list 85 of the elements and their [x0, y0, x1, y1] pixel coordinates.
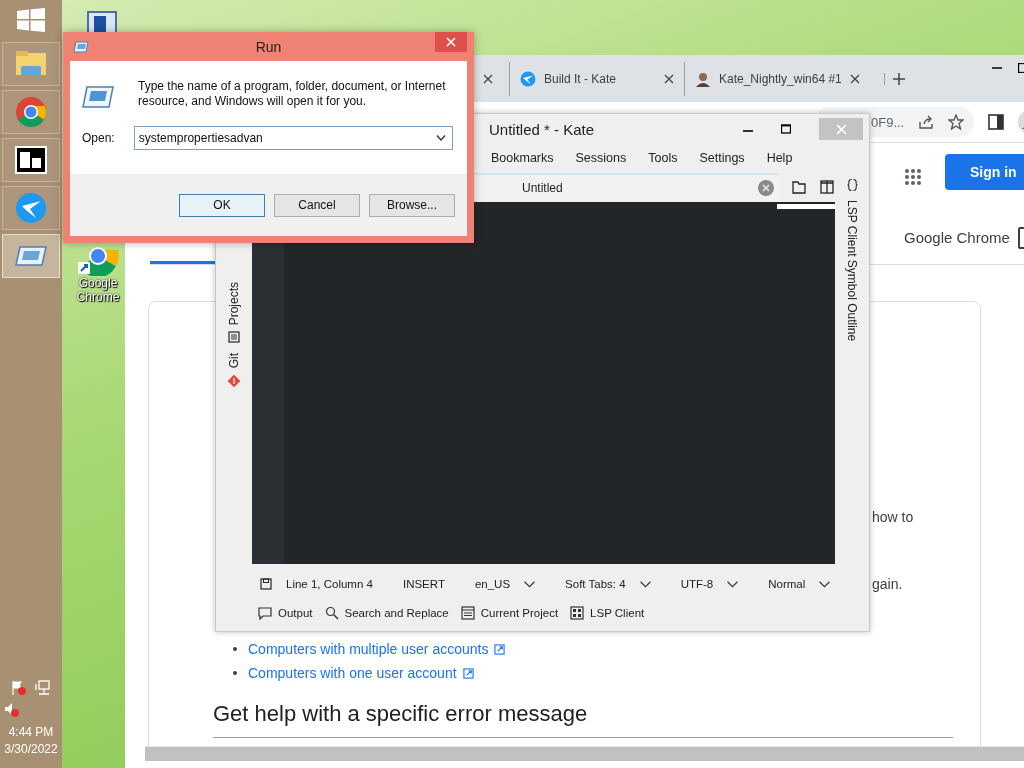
- share-icon[interactable]: [918, 114, 935, 130]
- window-title: Untitled * - Kate: [489, 120, 596, 138]
- apps-grid-icon[interactable]: [904, 168, 922, 186]
- archive-icon: [15, 146, 47, 174]
- chrome-icon: [15, 96, 47, 128]
- flag-error-icon[interactable]: [11, 680, 27, 696]
- help-link[interactable]: Computers with one user account: [248, 661, 457, 685]
- bullet-dot: [233, 671, 237, 675]
- menu-item[interactable]: Bookmarks: [491, 151, 554, 165]
- close-icon[interactable]: [758, 180, 774, 196]
- window-title: Run: [255, 38, 282, 55]
- tool-view-button[interactable]: LSP Client: [570, 606, 645, 620]
- side-panel-tab[interactable]: LSP Client Symbol Outline: [845, 200, 859, 342]
- sign-in-button[interactable]: Sign in: [945, 154, 1024, 190]
- menu-item[interactable]: Sessions: [575, 151, 627, 165]
- field-label: Open:: [82, 131, 115, 145]
- paragraph-text: how to: [872, 509, 914, 525]
- side-panel-icon[interactable]: [988, 114, 1005, 130]
- horizontal-scrollbar[interactable]: [145, 746, 1024, 761]
- tool-view-button[interactable]: Output: [258, 606, 313, 620]
- run-icon: [82, 85, 114, 109]
- taskbar-button[interactable]: [2, 138, 60, 182]
- bullet-dot: [233, 647, 237, 651]
- braces-icon[interactable]: [846, 178, 858, 192]
- save-icon[interactable]: [260, 578, 272, 590]
- bird-icon: [15, 192, 47, 224]
- status-dropdown[interactable]: Normal: [768, 578, 831, 590]
- chevron-down-icon: [639, 580, 651, 588]
- dialog-button[interactable]: Browse...: [369, 193, 455, 217]
- status-dropdown[interactable]: Soft Tabs: 4: [565, 578, 651, 590]
- chevron-down-icon: [524, 580, 536, 588]
- search-icon: [324, 606, 339, 620]
- status-text: INSERT: [402, 578, 445, 590]
- section-heading: Get help with a specific error message: [213, 701, 588, 727]
- tool-view-button[interactable]: Current Project: [460, 606, 559, 620]
- close-icon: [835, 123, 847, 135]
- status-dropdown[interactable]: en_US: [474, 578, 536, 590]
- speaker-muted-icon[interactable]: [4, 702, 21, 718]
- run-icon: [15, 244, 47, 268]
- close-icon: [446, 37, 456, 47]
- browser-tab[interactable]: Build It - Kate: [509, 61, 684, 96]
- status-dropdown[interactable]: UTF-8: [680, 578, 739, 590]
- chevron-down-icon: [819, 580, 831, 588]
- external-link-icon: [462, 667, 474, 679]
- external-link-icon: [494, 643, 506, 655]
- menu-item[interactable]: Settings: [699, 151, 745, 165]
- bird-favicon-icon: [520, 70, 536, 87]
- network-icon[interactable]: [35, 680, 51, 696]
- new-tab-icon[interactable]: [883, 72, 905, 85]
- close-tab-icon[interactable]: [849, 73, 860, 84]
- folder-icon: [15, 50, 47, 78]
- close-tab-icon[interactable]: [664, 73, 674, 84]
- paragraph-text: gain.: [872, 576, 903, 592]
- run-icon: [73, 40, 89, 53]
- list-icon: [228, 331, 240, 344]
- close-tab-icon[interactable]: [483, 73, 493, 84]
- dialog-button[interactable]: OK: [179, 193, 265, 217]
- menu-item[interactable]: Help: [766, 151, 793, 165]
- git-icon: [228, 374, 240, 387]
- product-title: Google Chrome: [904, 229, 1010, 246]
- status-text: Line 1, Column 4: [286, 578, 373, 590]
- scroll-minimap: [777, 204, 835, 209]
- list-icon: [460, 606, 475, 620]
- avatar-favicon-icon: [695, 70, 711, 87]
- side-panel-tab[interactable]: Projects: [227, 282, 241, 344]
- grid-icon: [570, 606, 585, 620]
- side-panel-tab[interactable]: Git: [227, 353, 241, 387]
- windows-logo-icon[interactable]: [17, 8, 45, 32]
- tool-view-button[interactable]: Search and Replace: [324, 606, 449, 620]
- split-view-icon[interactable]: [820, 180, 834, 194]
- help-link[interactable]: Computers with multiple user accounts: [248, 637, 489, 661]
- dialog-button[interactable]: Cancel: [274, 193, 360, 217]
- chevron-down-icon: [727, 580, 739, 588]
- maximize-icon[interactable]: [781, 124, 791, 134]
- browser-tab[interactable]: Kate_Nightly_win64 #1: [684, 61, 870, 96]
- menu-item[interactable]: Tools: [648, 151, 678, 165]
- instruction-text: Type the name of a program, folder, document, or Internet resource, and Windows will open it for you.: [138, 79, 447, 109]
- close-button[interactable]: [435, 32, 467, 52]
- document-icon[interactable]: [792, 180, 806, 194]
- open-combobox[interactable]: systempropertiesadvan: [133, 126, 453, 150]
- tab-indicator: [150, 261, 215, 264]
- star-icon[interactable]: [948, 114, 965, 130]
- speech-bubble-icon: [258, 606, 272, 620]
- code-editor[interactable]: [252, 202, 835, 564]
- chevron-down-icon: [436, 135, 446, 141]
